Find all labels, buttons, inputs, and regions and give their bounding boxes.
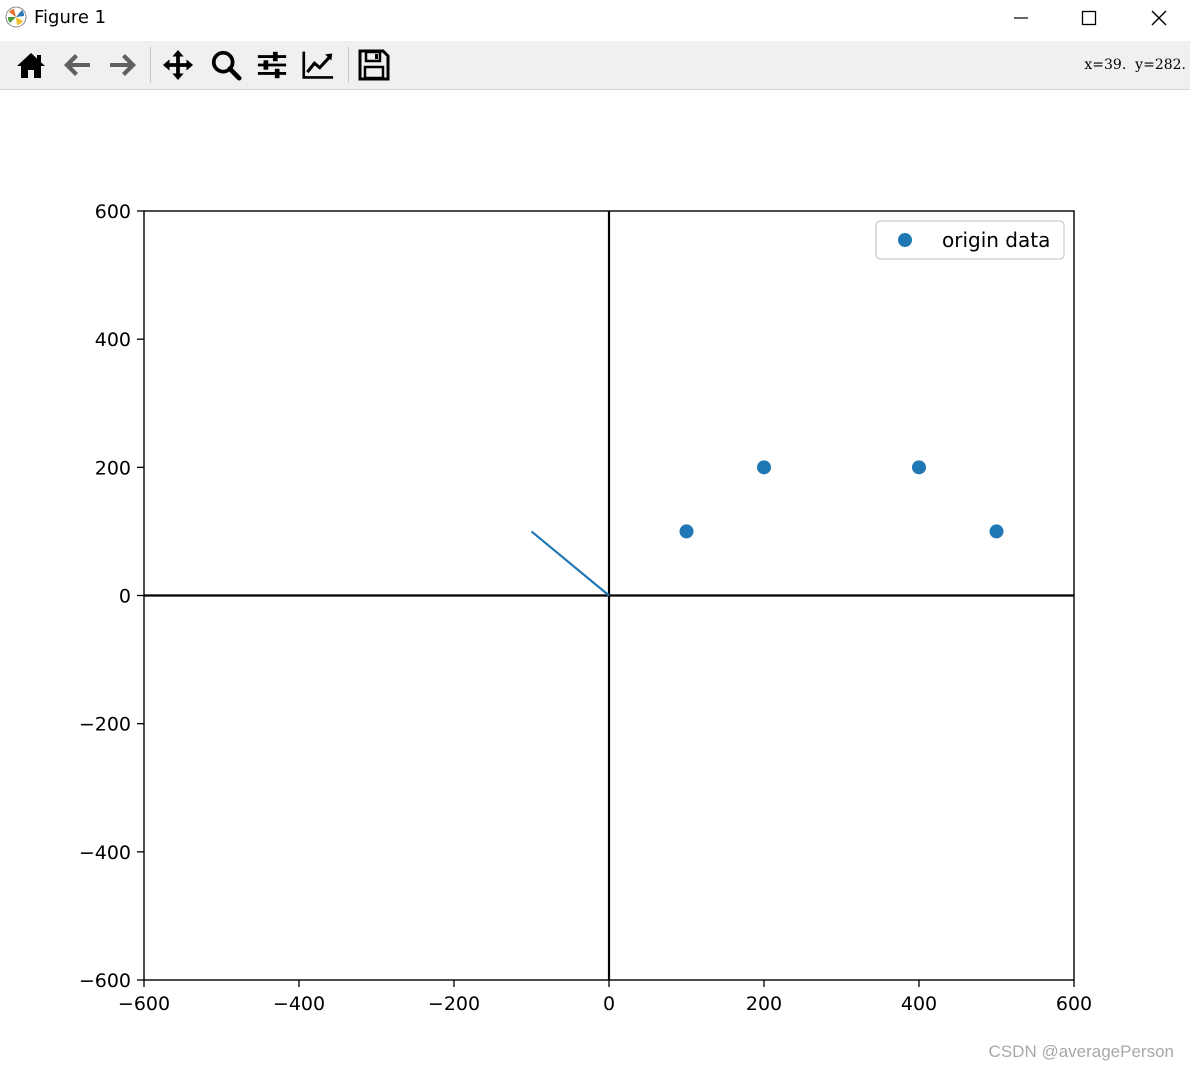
close-button[interactable] bbox=[1124, 0, 1190, 36]
scatter-point-3 bbox=[989, 524, 1004, 539]
y-tick-label: −600 bbox=[79, 970, 131, 992]
maximize-button[interactable] bbox=[1054, 0, 1124, 36]
x-tick-label: −600 bbox=[118, 993, 170, 1015]
home-icon bbox=[17, 53, 45, 78]
configure-subplots-button[interactable] bbox=[256, 49, 288, 81]
x-tick-label: 200 bbox=[746, 993, 782, 1015]
zoom-icon bbox=[211, 50, 242, 81]
figure-canvas[interactable]: −600 −400 −200 0 200 400 600 −600 −400 −200 0 200 40… bbox=[0, 90, 1190, 1070]
forward-button[interactable] bbox=[107, 49, 139, 81]
maximize-icon bbox=[1081, 10, 1097, 26]
back-button[interactable] bbox=[61, 49, 93, 81]
legend-marker bbox=[898, 233, 912, 247]
y-tick-label: 400 bbox=[95, 329, 131, 351]
y-tick-label: −400 bbox=[79, 842, 131, 864]
minimize-button[interactable] bbox=[986, 0, 1056, 36]
matplotlib-app-icon bbox=[5, 6, 27, 28]
legend-label: origin data bbox=[942, 228, 1050, 252]
back-arrow-icon bbox=[64, 54, 90, 76]
x-tick-label: 400 bbox=[901, 993, 937, 1015]
plot-svg[interactable]: −600 −400 −200 0 200 400 600 −600 −400 −200 0 200 40… bbox=[0, 90, 1190, 1070]
y-tick-label: 0 bbox=[119, 586, 131, 608]
pan-icon bbox=[162, 49, 194, 81]
window-title: Figure 1 bbox=[34, 7, 107, 28]
toolbar-separator bbox=[348, 47, 349, 83]
x-tick-label: 0 bbox=[603, 993, 615, 1015]
title-bar: Figure 1 bbox=[0, 0, 1190, 36]
home-button[interactable] bbox=[15, 49, 47, 81]
close-icon bbox=[1151, 10, 1167, 26]
scatter-point-1 bbox=[757, 460, 771, 475]
save-icon bbox=[358, 49, 390, 81]
watermark: CSDN @averagePerson bbox=[988, 1042, 1174, 1061]
forward-arrow-icon bbox=[110, 54, 136, 76]
minimize-icon bbox=[1014, 17, 1028, 19]
zoom-button[interactable] bbox=[210, 49, 242, 81]
x-tick-label: 600 bbox=[1056, 993, 1092, 1015]
save-button[interactable] bbox=[358, 49, 390, 81]
series-line-1 bbox=[530, 530, 610, 597]
y-tick-label: 200 bbox=[95, 457, 131, 479]
scatter-point-0 bbox=[679, 524, 694, 539]
x-tick-label: −400 bbox=[273, 993, 325, 1015]
toolbar-separator bbox=[150, 47, 151, 83]
edit-axis-button[interactable] bbox=[302, 49, 334, 81]
y-tick-label: −200 bbox=[79, 714, 131, 736]
edit-axis-icon bbox=[302, 51, 334, 79]
pan-button[interactable] bbox=[162, 49, 194, 81]
configure-subplots-icon bbox=[257, 51, 287, 79]
cursor-coordinates: x=39. y=282. bbox=[1084, 57, 1186, 73]
x-tick-label: −200 bbox=[428, 993, 480, 1015]
navigation-toolbar: x=39. y=282. bbox=[0, 41, 1190, 90]
scatter-point-2 bbox=[912, 460, 926, 475]
y-tick-label: 600 bbox=[95, 201, 131, 223]
